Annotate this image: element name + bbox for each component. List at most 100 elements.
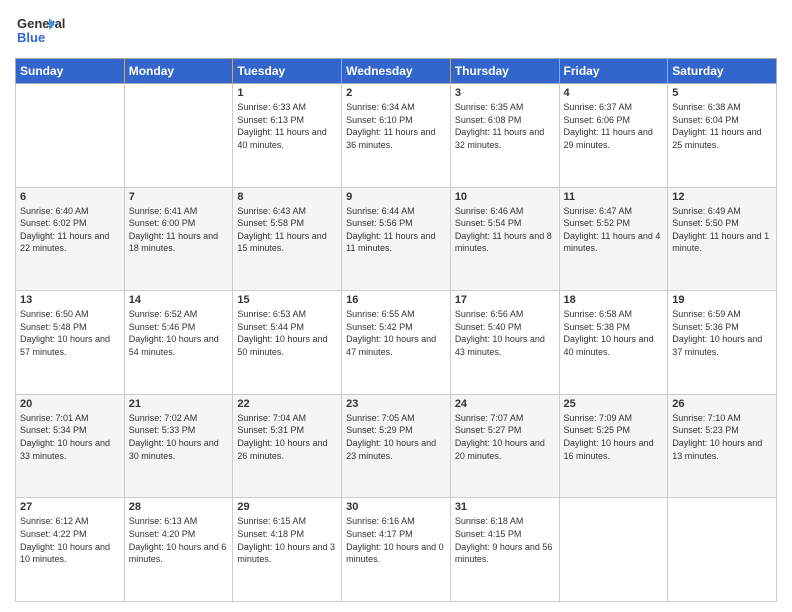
svg-text:Blue: Blue <box>17 30 45 45</box>
day-info: Sunrise: 6:13 AM Sunset: 4:20 PM Dayligh… <box>129 515 229 565</box>
day-info: Sunrise: 6:35 AM Sunset: 6:08 PM Dayligh… <box>455 101 555 151</box>
day-number: 10 <box>455 191 555 203</box>
day-number: 2 <box>346 87 446 99</box>
header-sunday: Sunday <box>16 59 125 84</box>
day-number: 24 <box>455 398 555 410</box>
header: General Blue <box>15 10 777 50</box>
day-number: 4 <box>564 87 664 99</box>
calendar-cell: 22 Sunrise: 7:04 AM Sunset: 5:31 PM Dayli… <box>233 394 342 498</box>
day-info: Sunrise: 7:07 AM Sunset: 5:27 PM Dayligh… <box>455 412 555 462</box>
day-info: Sunrise: 6:50 AM Sunset: 5:48 PM Dayligh… <box>20 308 120 358</box>
day-number: 15 <box>237 294 337 306</box>
day-info: Sunrise: 6:41 AM Sunset: 6:00 PM Dayligh… <box>129 205 229 255</box>
calendar-cell: 11 Sunrise: 6:47 AM Sunset: 5:52 PM Dayli… <box>559 187 668 291</box>
day-number: 30 <box>346 501 446 513</box>
day-info: Sunrise: 7:02 AM Sunset: 5:33 PM Dayligh… <box>129 412 229 462</box>
day-number: 19 <box>672 294 772 306</box>
day-info: Sunrise: 6:15 AM Sunset: 4:18 PM Dayligh… <box>237 515 337 565</box>
day-info: Sunrise: 6:16 AM Sunset: 4:17 PM Dayligh… <box>346 515 446 565</box>
calendar-cell: 3 Sunrise: 6:35 AM Sunset: 6:08 PM Daylig… <box>450 84 559 188</box>
calendar-cell: 2 Sunrise: 6:34 AM Sunset: 6:10 PM Daylig… <box>342 84 451 188</box>
header-tuesday: Tuesday <box>233 59 342 84</box>
header-friday: Friday <box>559 59 668 84</box>
day-number: 22 <box>237 398 337 410</box>
day-number: 31 <box>455 501 555 513</box>
day-info: Sunrise: 6:56 AM Sunset: 5:40 PM Dayligh… <box>455 308 555 358</box>
calendar-cell: 9 Sunrise: 6:44 AM Sunset: 5:56 PM Daylig… <box>342 187 451 291</box>
day-info: Sunrise: 7:01 AM Sunset: 5:34 PM Dayligh… <box>20 412 120 462</box>
day-info: Sunrise: 7:09 AM Sunset: 5:25 PM Dayligh… <box>564 412 664 462</box>
day-info: Sunrise: 6:46 AM Sunset: 5:54 PM Dayligh… <box>455 205 555 255</box>
weekday-header-row: Sunday Monday Tuesday Wednesday Thursday… <box>16 59 777 84</box>
day-number: 13 <box>20 294 120 306</box>
calendar-cell: 4 Sunrise: 6:37 AM Sunset: 6:06 PM Daylig… <box>559 84 668 188</box>
day-number: 21 <box>129 398 229 410</box>
day-info: Sunrise: 6:49 AM Sunset: 5:50 PM Dayligh… <box>672 205 772 255</box>
logo-icon: General Blue <box>15 10 85 50</box>
calendar-cell: 5Sunrise: 6:38 AM Sunset: 6:04 PM Daylig… <box>668 84 777 188</box>
header-saturday: Saturday <box>668 59 777 84</box>
day-info: Sunrise: 7:04 AM Sunset: 5:31 PM Dayligh… <box>237 412 337 462</box>
calendar-cell: 29 Sunrise: 6:15 AM Sunset: 4:18 PM Dayli… <box>233 498 342 602</box>
day-info: Sunrise: 6:55 AM Sunset: 5:42 PM Dayligh… <box>346 308 446 358</box>
day-number: 12 <box>672 191 772 203</box>
day-number: 6 <box>20 191 120 203</box>
calendar-cell: 6 Sunrise: 6:40 AM Sunset: 6:02 PM Daylig… <box>16 187 125 291</box>
day-info: Sunrise: 6:47 AM Sunset: 5:52 PM Dayligh… <box>564 205 664 255</box>
calendar-cell <box>668 498 777 602</box>
calendar-cell: 15 Sunrise: 6:53 AM Sunset: 5:44 PM Dayli… <box>233 291 342 395</box>
calendar-cell: 19Sunrise: 6:59 AM Sunset: 5:36 PM Dayli… <box>668 291 777 395</box>
calendar-cell: 14Sunrise: 6:52 AM Sunset: 5:46 PM Dayli… <box>124 291 233 395</box>
calendar-cell: 20Sunrise: 7:01 AM Sunset: 5:34 PM Dayli… <box>16 394 125 498</box>
day-info: Sunrise: 6:34 AM Sunset: 6:10 PM Dayligh… <box>346 101 446 151</box>
header-thursday: Thursday <box>450 59 559 84</box>
day-number: 11 <box>564 191 664 203</box>
day-info: Sunrise: 6:44 AM Sunset: 5:56 PM Dayligh… <box>346 205 446 255</box>
day-info: Sunrise: 6:18 AM Sunset: 4:15 PM Dayligh… <box>455 515 555 565</box>
page: General Blue Sunday Monday Tuesday Wedne… <box>0 0 792 612</box>
calendar-cell: 26 Sunrise: 7:10 AM Sunset: 5:23 PM Dayli… <box>668 394 777 498</box>
day-info: Sunrise: 6:37 AM Sunset: 6:06 PM Dayligh… <box>564 101 664 151</box>
day-info: Sunrise: 6:40 AM Sunset: 6:02 PM Dayligh… <box>20 205 120 255</box>
day-info: Sunrise: 6:43 AM Sunset: 5:58 PM Dayligh… <box>237 205 337 255</box>
svg-text:General: General <box>17 16 65 31</box>
calendar-cell: 8 Sunrise: 6:43 AM Sunset: 5:58 PM Daylig… <box>233 187 342 291</box>
day-number: 1 <box>237 87 337 99</box>
header-monday: Monday <box>124 59 233 84</box>
day-info: Sunrise: 7:05 AM Sunset: 5:29 PM Dayligh… <box>346 412 446 462</box>
day-number: 17 <box>455 294 555 306</box>
calendar-cell: 12 Sunrise: 6:49 AM Sunset: 5:50 PM Dayli… <box>668 187 777 291</box>
calendar-cell: 25Sunrise: 7:09 AM Sunset: 5:25 PM Dayli… <box>559 394 668 498</box>
calendar-cell: 10 Sunrise: 6:46 AM Sunset: 5:54 PM Dayli… <box>450 187 559 291</box>
day-number: 28 <box>129 501 229 513</box>
calendar-cell <box>16 84 125 188</box>
calendar-cell: 1Sunrise: 6:33 AM Sunset: 6:13 PM Daylig… <box>233 84 342 188</box>
calendar-cell <box>559 498 668 602</box>
day-info: Sunrise: 6:12 AM Sunset: 4:22 PM Dayligh… <box>20 515 120 565</box>
day-info: Sunrise: 6:52 AM Sunset: 5:46 PM Dayligh… <box>129 308 229 358</box>
calendar-cell: 24 Sunrise: 7:07 AM Sunset: 5:27 PM Dayli… <box>450 394 559 498</box>
calendar-week-3: 20Sunrise: 7:01 AM Sunset: 5:34 PM Dayli… <box>16 394 777 498</box>
calendar-cell: 16 Sunrise: 6:55 AM Sunset: 5:42 PM Dayli… <box>342 291 451 395</box>
calendar-cell: 7 Sunrise: 6:41 AM Sunset: 6:00 PM Daylig… <box>124 187 233 291</box>
day-info: Sunrise: 6:58 AM Sunset: 5:38 PM Dayligh… <box>564 308 664 358</box>
day-number: 8 <box>237 191 337 203</box>
logo: General Blue <box>15 10 85 50</box>
day-number: 27 <box>20 501 120 513</box>
day-info: Sunrise: 7:10 AM Sunset: 5:23 PM Dayligh… <box>672 412 772 462</box>
calendar-cell: 17 Sunrise: 6:56 AM Sunset: 5:40 PM Dayli… <box>450 291 559 395</box>
day-number: 29 <box>237 501 337 513</box>
day-number: 7 <box>129 191 229 203</box>
calendar-week-0: 1Sunrise: 6:33 AM Sunset: 6:13 PM Daylig… <box>16 84 777 188</box>
day-number: 26 <box>672 398 772 410</box>
calendar-week-1: 6 Sunrise: 6:40 AM Sunset: 6:02 PM Daylig… <box>16 187 777 291</box>
calendar-cell: 13 Sunrise: 6:50 AM Sunset: 5:48 PM Dayli… <box>16 291 125 395</box>
calendar-cell <box>124 84 233 188</box>
day-number: 9 <box>346 191 446 203</box>
calendar-cell: 27 Sunrise: 6:12 AM Sunset: 4:22 PM Dayli… <box>16 498 125 602</box>
day-number: 3 <box>455 87 555 99</box>
calendar-cell: 31 Sunrise: 6:18 AM Sunset: 4:15 PM Dayli… <box>450 498 559 602</box>
day-info: Sunrise: 6:53 AM Sunset: 5:44 PM Dayligh… <box>237 308 337 358</box>
day-info: Sunrise: 6:38 AM Sunset: 6:04 PM Dayligh… <box>672 101 772 151</box>
day-number: 16 <box>346 294 446 306</box>
